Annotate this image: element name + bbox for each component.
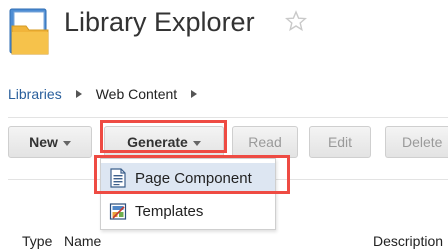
generate-button-label: Generate <box>127 134 188 150</box>
delete-button-label: Delete <box>402 134 443 150</box>
menu-item-templates[interactable]: Templates <box>101 196 275 226</box>
menu-item-page-component[interactable]: Page Component <box>101 163 275 193</box>
chevron-right-icon <box>191 90 198 98</box>
chevron-right-icon <box>75 90 82 98</box>
star-outline-icon[interactable] <box>284 10 308 32</box>
document-icon <box>110 168 126 188</box>
template-icon <box>109 203 127 220</box>
breadcrumb-web-content[interactable]: Web Content <box>96 85 177 103</box>
menu-item-label: Page Component <box>135 169 252 187</box>
edit-button-label: Edit <box>327 134 353 150</box>
library-folder-icon <box>8 6 52 58</box>
generate-dropdown-menu: Page Component Templates <box>100 158 276 230</box>
chevron-down-icon <box>62 140 71 146</box>
breadcrumb-libraries-link[interactable]: Libraries <box>8 85 62 103</box>
delete-button[interactable]: Delete <box>385 126 448 158</box>
column-header-type[interactable]: Type <box>22 234 52 248</box>
read-button-label: Read <box>248 134 282 150</box>
page-title: Library Explorer <box>64 7 255 37</box>
new-button[interactable]: New <box>8 126 92 158</box>
new-button-label: New <box>29 134 58 150</box>
read-button[interactable]: Read <box>232 126 298 158</box>
breadcrumb: Libraries Web Content <box>8 85 211 103</box>
column-header-description[interactable]: Description <box>373 234 443 248</box>
toolbar-divider <box>8 117 448 118</box>
menu-item-label: Templates <box>135 202 204 220</box>
chevron-down-icon <box>192 140 201 146</box>
column-header-name[interactable]: Name <box>64 234 101 248</box>
generate-button[interactable]: Generate <box>104 126 224 158</box>
edit-button[interactable]: Edit <box>309 126 371 158</box>
